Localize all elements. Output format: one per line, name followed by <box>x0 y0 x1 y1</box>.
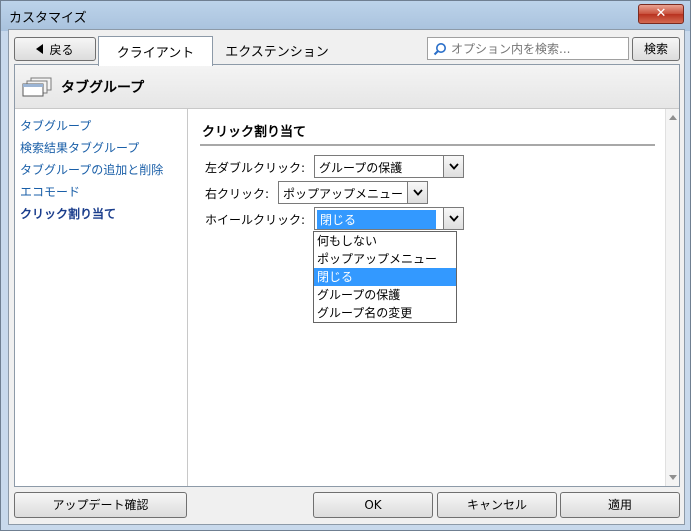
sidebar-item-add-remove[interactable]: タブグループの追加と削除 <box>20 161 163 178</box>
wheel-click-value: 閉じる <box>317 210 436 229</box>
back-arrow-icon <box>36 44 44 54</box>
tab-client[interactable]: クライアント <box>98 36 213 66</box>
tab-extension[interactable]: エクステンション <box>215 36 339 64</box>
search-icon <box>431 40 449 58</box>
dropdown-option-popup-menu[interactable]: ポップアップメニュー <box>314 250 456 268</box>
apply-button[interactable]: 適用 <box>560 492 680 518</box>
sidebar-item-search-result-tab-group[interactable]: 検索結果タブグループ <box>20 139 139 156</box>
title-bar: カスタマイズ ✕ <box>1 1 690 29</box>
section-title: クリック割り当て <box>202 125 307 140</box>
search-button[interactable]: 検索 <box>632 37 680 61</box>
left-double-click-label: 左ダブルクリック: <box>205 161 306 175</box>
left-double-click-value: グループの保護 <box>319 161 403 175</box>
wheel-click-label: ホイールクリック: <box>205 213 306 227</box>
vertical-scrollbar[interactable] <box>665 109 679 486</box>
update-check-button[interactable]: アップデート確認 <box>14 492 187 518</box>
search-input[interactable] <box>449 40 623 57</box>
dropdown-option-nothing[interactable]: 何もしない <box>314 232 456 250</box>
dropdown-option-close[interactable]: 閉じる <box>314 268 456 286</box>
sidebar-item-click-assign[interactable]: クリック割り当て <box>20 205 116 222</box>
section-divider <box>200 144 655 146</box>
back-button-label: 戻る <box>49 42 74 57</box>
cancel-button[interactable]: キャンセル <box>437 492 557 518</box>
right-click-label: 右クリック: <box>205 187 270 201</box>
top-bar: 戻る クライアント エクステンション 検索 <box>9 30 684 66</box>
scroll-up-arrow-icon[interactable] <box>669 115 677 120</box>
close-button[interactable]: ✕ <box>638 4 684 24</box>
chevron-down-icon[interactable] <box>443 208 463 229</box>
right-click-value: ポップアップメニュー <box>283 187 404 201</box>
page-header: タブグループ <box>15 65 679 109</box>
left-double-click-select[interactable]: グループの保護 <box>314 155 464 178</box>
sidebar-item-eco-mode[interactable]: エコモード <box>20 183 80 200</box>
back-button[interactable]: 戻る <box>14 37 96 61</box>
dropdown-option-protect-group[interactable]: グループの保護 <box>314 286 456 304</box>
sidebar: タブグループ 検索結果タブグループ タブグループの追加と削除 エコモード クリッ… <box>15 109 188 486</box>
tab-stack-icon <box>21 76 55 98</box>
chevron-down-icon[interactable] <box>407 182 427 203</box>
page-title: タブグループ <box>61 79 145 96</box>
right-click-select[interactable]: ポップアップメニュー <box>278 181 428 204</box>
wheel-click-select[interactable]: 閉じる <box>314 207 464 230</box>
search-box <box>427 37 629 60</box>
wheel-click-dropdown: 何もしない ポップアップメニュー 閉じる グループの保護 グループ名の変更 <box>313 231 457 323</box>
window-title: カスタマイズ <box>9 11 87 26</box>
ok-button[interactable]: OK <box>313 492 433 518</box>
sidebar-item-tab-group[interactable]: タブグループ <box>20 117 91 134</box>
scroll-down-arrow-icon[interactable] <box>669 475 677 480</box>
dropdown-option-rename-group[interactable]: グループ名の変更 <box>314 304 456 322</box>
chevron-down-icon[interactable] <box>443 156 463 177</box>
